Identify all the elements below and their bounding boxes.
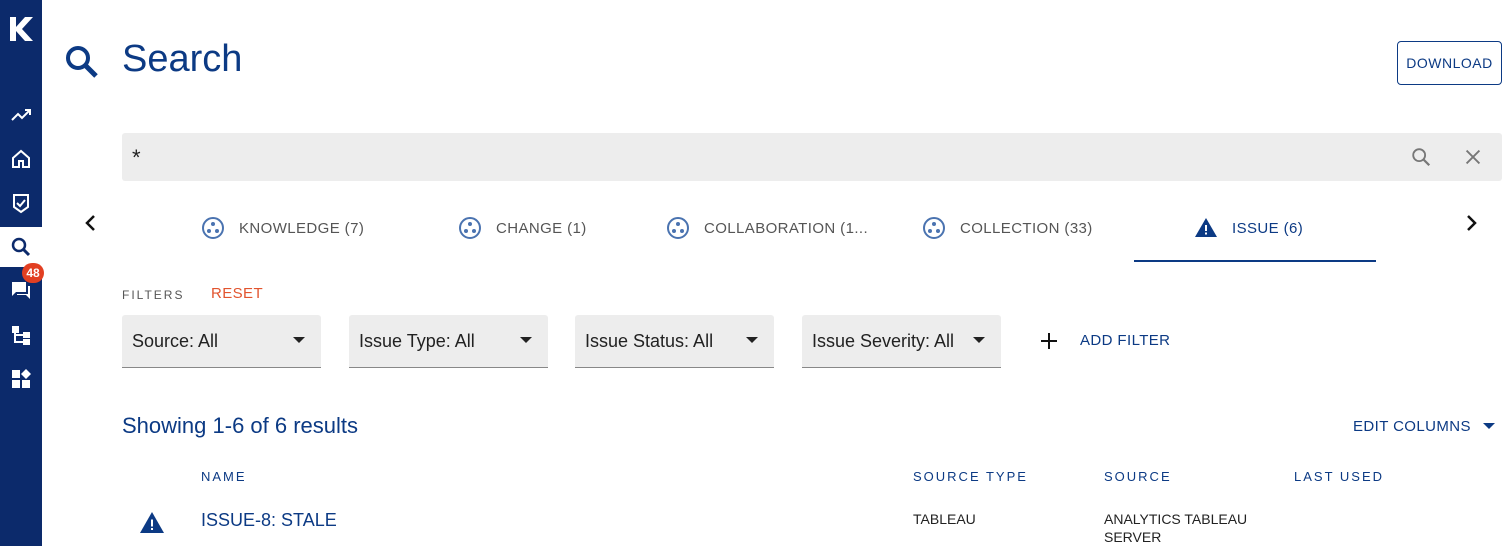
app-root: 48 Search DOWNLOAD * KNOWLEDGE (7) CHANG… [0,0,1506,546]
download-button[interactable]: DOWNLOAD [1397,41,1502,85]
column-header-name[interactable]: NAME [201,469,247,484]
cluster-icon [202,217,224,239]
search-icon [66,46,98,78]
logo[interactable] [6,14,36,44]
tab-label: CHANGE (1) [496,219,587,237]
filter-value: Issue Severity: All [812,331,955,351]
notification-badge: 48 [22,263,44,283]
filter-source[interactable]: Source: All [122,315,321,368]
page-title: Search [122,38,243,80]
filter-value: Issue Status: All [585,331,714,351]
tab-label: COLLECTION (33) [960,219,1093,237]
plus-icon[interactable] [1038,330,1060,352]
chevron-right-icon[interactable] [1459,211,1483,235]
sidebar-item-discussions[interactable]: 48 [0,263,44,310]
tab-change[interactable]: CHANGE (1) [458,205,587,251]
tab-collaboration[interactable]: COLLABORATION (1... [666,205,868,251]
trending-up-icon [11,109,31,121]
cluster-icon [459,217,481,239]
search-icon [11,237,31,257]
tab-label: COLLABORATION (1... [704,219,869,237]
cluster-icon [923,217,945,239]
search-input[interactable]: * [132,145,141,171]
sidebar-item-lineage[interactable] [0,315,42,355]
checklist-icon [13,194,29,214]
column-header-source-type[interactable]: SOURCE TYPE [913,469,1028,484]
sidebar-item-tasks[interactable] [0,183,42,223]
edit-columns-button[interactable]: EDIT COLUMNS [1353,418,1471,435]
caret-down-icon [746,337,758,343]
tab-knowledge[interactable]: KNOWLEDGE (7) [201,205,364,251]
filter-value: Issue Type: All [359,331,475,351]
caret-down-icon[interactable] [1483,423,1495,429]
sidebar-item-search[interactable] [0,227,42,267]
sidebar-item-trends[interactable] [0,95,42,135]
column-header-last-used[interactable]: LAST USED [1294,469,1384,484]
add-filter-button[interactable]: ADD FILTER [1080,332,1170,349]
k-logo-icon [10,17,33,41]
result-name-link[interactable]: ISSUE-8: STALE [201,510,337,531]
tab-collection[interactable]: COLLECTION (33) [922,205,1093,251]
sidebar: 48 [0,0,44,546]
caret-down-icon [293,337,305,343]
warning-icon [1195,218,1217,237]
tab-label: ISSUE (6) [1232,219,1304,237]
filter-issue-status[interactable]: Issue Status: All [575,315,774,368]
column-header-source[interactable]: SOURCE [1104,469,1172,484]
caret-down-icon [973,337,985,343]
warning-icon [140,512,164,533]
filter-issue-severity[interactable]: Issue Severity: All [802,315,1001,368]
filter-value: Source: All [132,331,219,351]
close-icon[interactable] [1462,146,1484,168]
caret-down-icon [520,337,532,343]
tab-issue[interactable]: ISSUE (6) [1194,205,1303,251]
filter-issue-type[interactable]: Issue Type: All [349,315,548,368]
hierarchy-icon [12,326,30,345]
sidebar-item-dashboard[interactable] [0,359,42,399]
result-source-type: TABLEAU [913,511,976,527]
result-source: ANALYTICS TABLEAU SERVER [1104,511,1248,545]
active-tab-indicator [1134,260,1376,262]
search-icon[interactable] [1410,146,1432,168]
reset-button[interactable]: RESET [211,285,263,302]
chevron-left-icon[interactable] [79,211,103,235]
sidebar-item-home[interactable] [0,139,42,179]
tab-label: KNOWLEDGE (7) [239,219,365,237]
results-count: Showing 1-6 of 6 results [122,413,359,438]
filters-label: FILTERS [122,288,185,302]
dashboard-icon [12,369,31,388]
cluster-icon [667,217,689,239]
home-icon [12,149,30,168]
search-bar[interactable]: * [122,133,1502,181]
